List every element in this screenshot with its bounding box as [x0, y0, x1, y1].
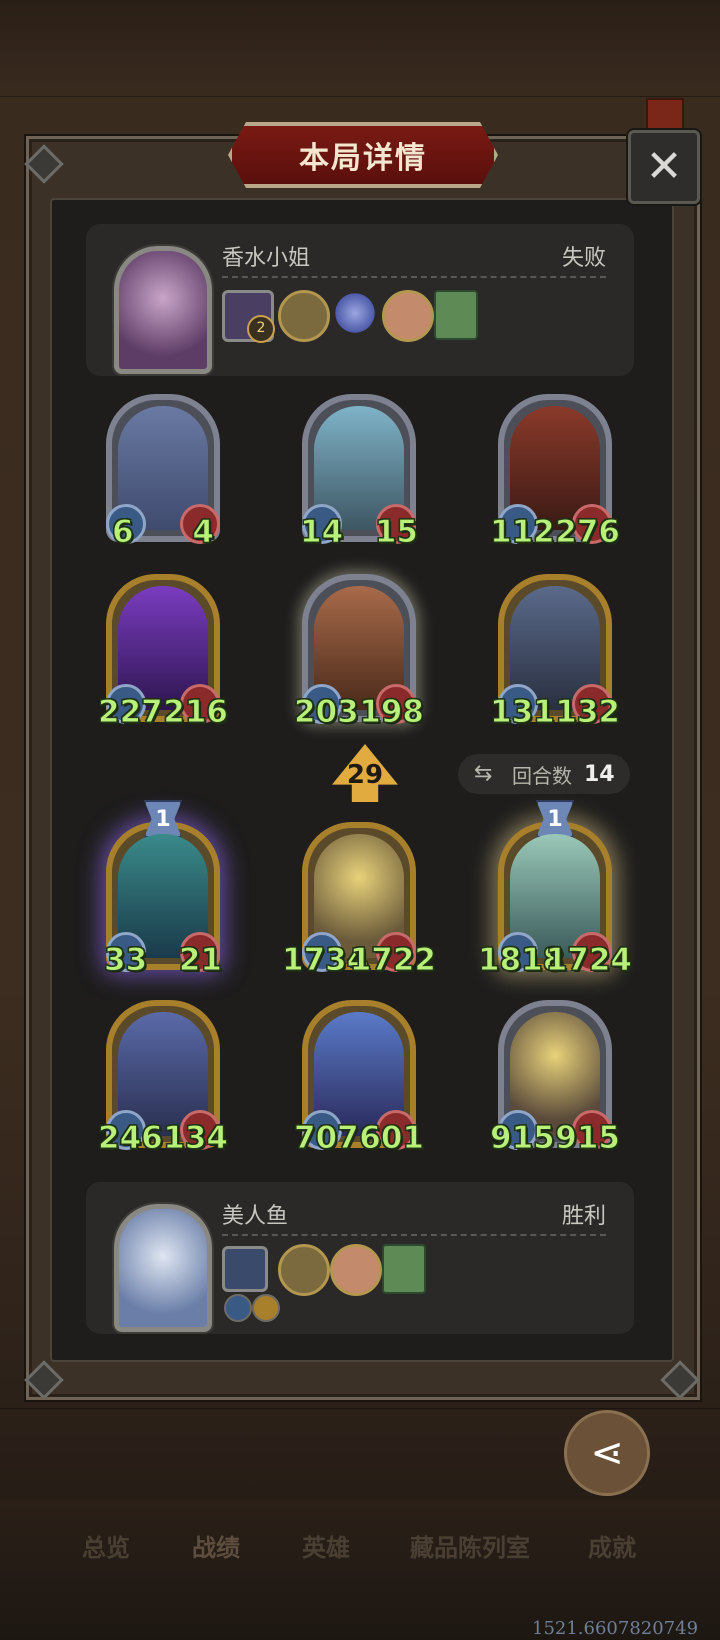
health-value: 15 — [374, 514, 418, 551]
divider — [222, 1234, 606, 1236]
attack-value: 33 — [103, 942, 148, 979]
health-value: 276 — [555, 514, 621, 551]
attack-value: 203 — [294, 694, 360, 731]
minion-card[interactable]: 1734 1722 — [281, 822, 437, 979]
self-result: 胜利 — [561, 1204, 606, 1229]
tab-achievements[interactable]: 成就 — [588, 1528, 636, 1563]
tavern-level-badge: 29 — [332, 744, 398, 802]
attack-value: 915 — [490, 1120, 556, 1157]
spellbook-icon[interactable] — [434, 290, 478, 340]
hero-level-badge: 2 — [247, 315, 275, 343]
plank-line — [0, 1408, 720, 1409]
gold-buff-icon — [252, 1294, 280, 1322]
tab-records[interactable]: 战绩 — [192, 1528, 240, 1563]
health-value: 132 — [555, 694, 621, 731]
attack-value: 131 — [490, 694, 556, 731]
opponent-result: 失败 — [561, 246, 606, 271]
spirit-trinket-icon[interactable] — [332, 290, 378, 336]
health-value: 1722 — [349, 942, 436, 979]
attack-value: 112 — [490, 514, 556, 551]
health-value: 4 — [192, 514, 215, 551]
attack-value: 707 — [294, 1120, 360, 1157]
swap-icon: ⇆ — [474, 761, 493, 786]
minion-card[interactable]: 707 601 — [294, 1000, 424, 1157]
plank-line — [0, 96, 720, 97]
watermark: 1521.6607820749 — [532, 1618, 699, 1639]
hero-power-icon[interactable] — [222, 1246, 268, 1292]
chef-trinket-icon[interactable] — [382, 290, 434, 342]
tab-collection[interactable]: 藏品陈列室 — [410, 1528, 530, 1563]
minion-card[interactable]: 131 132 — [490, 574, 620, 731]
close-button[interactable]: ✕ — [628, 130, 700, 204]
spellbook-icon[interactable] — [382, 1244, 426, 1294]
horn-trinket-icon[interactable] — [278, 1244, 330, 1296]
minion-card[interactable]: 915 915 — [490, 1000, 620, 1157]
self-name: 美人鱼 — [222, 1204, 289, 1229]
round-value: 14 — [584, 761, 615, 787]
tab-heroes[interactable]: 英雄 — [302, 1528, 350, 1563]
chef-trinket-icon[interactable] — [330, 1244, 382, 1296]
minion-card[interactable]: 14 15 — [299, 394, 419, 551]
dialog-title-plate: 本局详情 — [228, 122, 498, 188]
minion-card[interactable]: 1 33 21 — [103, 800, 223, 979]
attack-value: 14 — [299, 514, 344, 551]
health-value: 198 — [359, 694, 425, 731]
sword-buff-icon — [224, 1294, 252, 1322]
round-label: 回合数 — [512, 763, 572, 788]
minion-card[interactable]: 227 216 — [98, 574, 228, 731]
round-counter: ⇆ 回合数 14 — [458, 754, 630, 794]
dialog-title: 本局详情 — [299, 141, 427, 176]
health-value: 1724 — [545, 942, 632, 979]
health-value: 915 — [555, 1120, 621, 1157]
health-value: 21 — [178, 942, 222, 979]
minion-card[interactable]: 112 276 — [490, 394, 620, 551]
self-panel: 美人鱼 胜利 — [86, 1182, 634, 1334]
minion-card[interactable]: 246 134 — [98, 1000, 228, 1157]
share-icon: ⋖ — [590, 1430, 624, 1476]
minion-card[interactable]: 203 198 — [294, 574, 424, 731]
health-value: 601 — [359, 1120, 425, 1157]
attack-value: 6 — [112, 514, 135, 551]
health-value: 134 — [163, 1120, 229, 1157]
close-icon: ✕ — [645, 141, 683, 192]
horn-trinket-icon[interactable] — [278, 290, 330, 342]
opponent-panel: 香水小姐 失败 2 — [86, 224, 634, 376]
attack-value: 246 — [98, 1120, 164, 1157]
self-avatar[interactable] — [114, 1204, 212, 1332]
attack-value: 227 — [98, 694, 164, 731]
opponent-avatar[interactable] — [114, 246, 212, 374]
minion-card[interactable]: 6 4 — [106, 394, 220, 551]
hero-power-icon[interactable]: 2 — [222, 290, 275, 343]
share-button[interactable]: ⋖ — [564, 1410, 650, 1496]
minion-card[interactable]: 1 1818 1724 — [477, 800, 633, 979]
opponent-name: 香水小姐 — [222, 246, 311, 271]
divider — [222, 276, 606, 278]
health-value: 216 — [163, 694, 229, 731]
tab-overview[interactable]: 总览 — [82, 1528, 130, 1563]
tavern-level-value: 29 — [346, 760, 384, 790]
